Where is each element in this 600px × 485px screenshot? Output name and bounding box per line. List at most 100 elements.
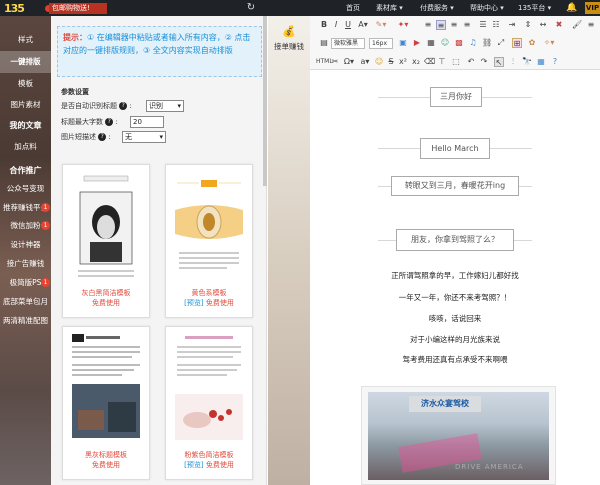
video-icon[interactable]: ▶: [412, 38, 422, 48]
nav-help[interactable]: 帮助中心 ▾: [470, 0, 504, 16]
template-icon[interactable]: ⊞: [512, 38, 522, 48]
sidebar-item-my-articles[interactable]: 我的文章: [0, 115, 51, 137]
symbol-icon[interactable]: Ω▾: [342, 57, 356, 67]
html-icon[interactable]: HTML: [316, 57, 333, 67]
align-center-icon[interactable]: ≡: [436, 20, 446, 30]
bell-icon[interactable]: 🔔: [566, 2, 577, 14]
smiley-icon[interactable]: ☺: [374, 57, 384, 67]
more-icon[interactable]: ≡: [586, 20, 596, 30]
paragraph[interactable]: 正所谓驾照拿的早，工作嫁妇儿都好找: [310, 270, 600, 281]
preview-icon[interactable]: ▦: [536, 57, 546, 67]
sidebar-item-images[interactable]: 图片素材: [0, 94, 51, 116]
paragraph[interactable]: 驾考费用还真有点承受不来啊喂: [310, 354, 600, 365]
template-usage: 免费使用: [92, 461, 120, 469]
template-name[interactable]: 黑灰标题模板: [62, 450, 150, 460]
line-height-icon[interactable]: ⇕: [523, 20, 533, 30]
highlight-icon[interactable]: ✎▾: [374, 20, 388, 30]
help-icon[interactable]: ?: [550, 57, 560, 67]
align-left-icon[interactable]: ≡: [423, 20, 433, 30]
music-icon[interactable]: ♫: [468, 38, 478, 48]
sidebar-item-one-click-layout[interactable]: 一键排版: [0, 51, 51, 73]
heading-box[interactable]: 转眼又到三月，春暖花开ing: [391, 176, 519, 196]
heading-box[interactable]: 三月你好: [430, 87, 482, 107]
money-bag-icon[interactable]: 💰: [281, 26, 297, 38]
preview-link[interactable]: [预览]: [184, 299, 203, 307]
template-name[interactable]: 灰白黑简洁模板: [62, 288, 150, 298]
eraser-icon[interactable]: ⌫: [424, 57, 435, 67]
split-icon[interactable]: ⫶: [508, 57, 518, 67]
underline-icon[interactable]: U: [343, 20, 353, 30]
letter-spacing-icon[interactable]: ↔: [538, 20, 548, 30]
bullet-list-icon[interactable]: ☰: [478, 20, 488, 30]
paint-icon[interactable]: ✧▾: [541, 38, 557, 48]
find-icon[interactable]: 🔭: [522, 57, 532, 67]
select-all-icon[interactable]: ⬚: [451, 57, 461, 67]
format-painter-icon[interactable]: ⊤: [437, 57, 447, 67]
paragraph[interactable]: 一年又一年，你还不来考驾照？！: [310, 292, 600, 303]
template-preview-black-title: [70, 332, 142, 442]
img-desc-label: 图片短描述 ? :: [61, 133, 111, 141]
refresh-icon[interactable]: ↻: [245, 2, 257, 14]
earn-money-link[interactable]: 接单赚钱: [268, 41, 310, 52]
fullscreen-icon[interactable]: ⤢: [496, 38, 506, 48]
font-size-select[interactable]: 16px: [369, 38, 393, 49]
emoji-icon[interactable]: ☺: [440, 38, 450, 48]
notification-badge: 1: [41, 221, 50, 230]
sidebar-item-templates[interactable]: 模板: [0, 73, 51, 95]
heading-box[interactable]: 朋友，你拿到驾照了么？: [396, 229, 514, 251]
letter-icon[interactable]: a▾: [359, 57, 371, 67]
italic-icon[interactable]: I: [331, 20, 341, 30]
map-icon[interactable]: ▩: [454, 38, 464, 48]
nav-materials[interactable]: 素材库 ▾: [376, 0, 403, 16]
indent-icon[interactable]: ⇥: [507, 20, 517, 30]
nav-paid-services[interactable]: 付费服务 ▾: [420, 0, 454, 16]
template-name[interactable]: 黄色系模板: [165, 288, 253, 298]
paragraph[interactable]: 咳咳，话说回来: [310, 313, 600, 324]
font-color-icon[interactable]: A▾: [356, 20, 370, 30]
template-preview-pink: [173, 332, 245, 442]
max-chars-input[interactable]: 20: [130, 116, 164, 128]
logo[interactable]: 135: [4, 1, 40, 16]
strikethrough-icon[interactable]: S: [386, 57, 396, 67]
nav-home[interactable]: 首页: [346, 0, 360, 16]
undo-icon[interactable]: ↶: [466, 57, 476, 67]
superscript-icon[interactable]: x²: [398, 57, 408, 67]
preview-link[interactable]: [预览]: [184, 461, 203, 469]
sidebar-item-extras[interactable]: 加点料: [0, 136, 51, 158]
promo-banner[interactable]: 包邮购物送!: [49, 3, 107, 14]
vip-badge[interactable]: VIP: [585, 2, 600, 14]
tip-text: ① 在编辑器中粘贴或者输入所有内容，② 点击对应的一键排版规则，③ 全文内容实现…: [63, 33, 251, 55]
auto-title-select[interactable]: 识别 ▾: [146, 100, 184, 112]
pointer-icon[interactable]: ↖: [494, 57, 504, 67]
paragraph[interactable]: 对于小编这样的月光族来说: [310, 334, 600, 345]
redo-icon[interactable]: ↷: [479, 57, 489, 67]
numbered-list-icon[interactable]: ☷: [491, 20, 501, 30]
image-icon[interactable]: ▣: [398, 38, 408, 48]
brush-icon[interactable]: 🖌: [572, 20, 582, 30]
heading-box[interactable]: Hello March: [420, 138, 490, 159]
tip-prefix: 提示：: [63, 33, 87, 42]
template-usage: [预览] 免费使用: [184, 299, 234, 307]
sidebar-item-precise-images[interactable]: 两清精准配图: [0, 310, 51, 332]
help-icon: ?: [119, 102, 128, 110]
link-icon[interactable]: ⛓: [482, 38, 492, 48]
subscript-icon[interactable]: x₂: [411, 57, 421, 67]
bold-icon[interactable]: B: [319, 20, 329, 30]
notification-badge: 1: [41, 278, 50, 287]
table-icon[interactable]: ▦: [426, 38, 436, 48]
panel-scrollbar[interactable]: [263, 16, 267, 186]
max-chars-label: 标题最大字数 ? :: [61, 118, 118, 126]
sidebar-item-styles[interactable]: 样式: [0, 29, 51, 51]
clear-icon[interactable]: ✖: [554, 20, 564, 30]
template-name[interactable]: 粉紫色简洁模板: [165, 450, 253, 460]
align-right-icon[interactable]: ≡: [449, 20, 459, 30]
cut-icon[interactable]: ✂: [330, 57, 340, 67]
align-justify-icon[interactable]: ≡: [462, 20, 472, 30]
format-icon[interactable]: ✦▾: [396, 20, 410, 30]
nav-platform[interactable]: 135平台 ▾: [518, 0, 551, 16]
watermark-text: DRIVE AMERICA: [455, 463, 524, 471]
palette-icon[interactable]: ✿: [527, 38, 537, 48]
font-family-select[interactable]: 微软雅黑: [331, 38, 365, 49]
source-icon[interactable]: ▤: [319, 38, 329, 48]
img-desc-select[interactable]: 无 ▾: [122, 131, 166, 143]
